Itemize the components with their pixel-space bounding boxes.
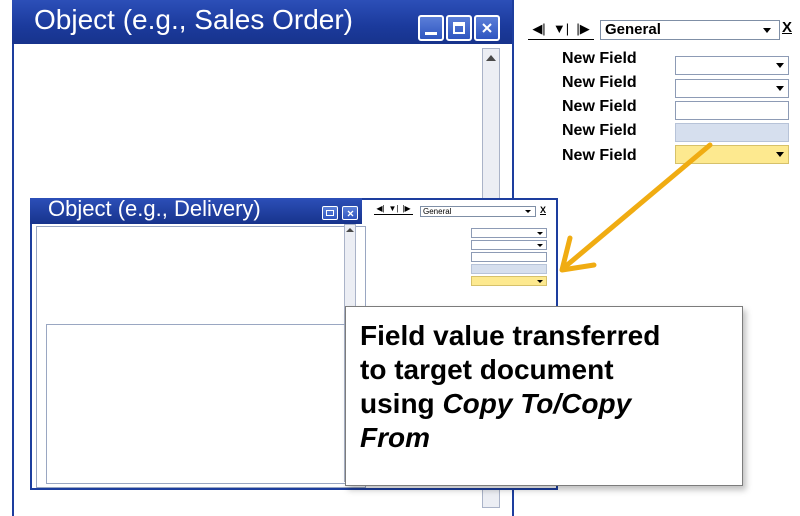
callout-line-3: using Copy To/Copy (360, 387, 734, 421)
callout-box: Field value transferred to target docume… (345, 306, 743, 486)
callout-line-3-prefix: using (360, 388, 443, 419)
callout-line-1: Field value transferred (360, 320, 661, 351)
callout-line-4: From (360, 422, 430, 453)
callout-line-3-italic: Copy To/Copy (442, 388, 632, 419)
callout-line-2: to target document (360, 354, 614, 385)
